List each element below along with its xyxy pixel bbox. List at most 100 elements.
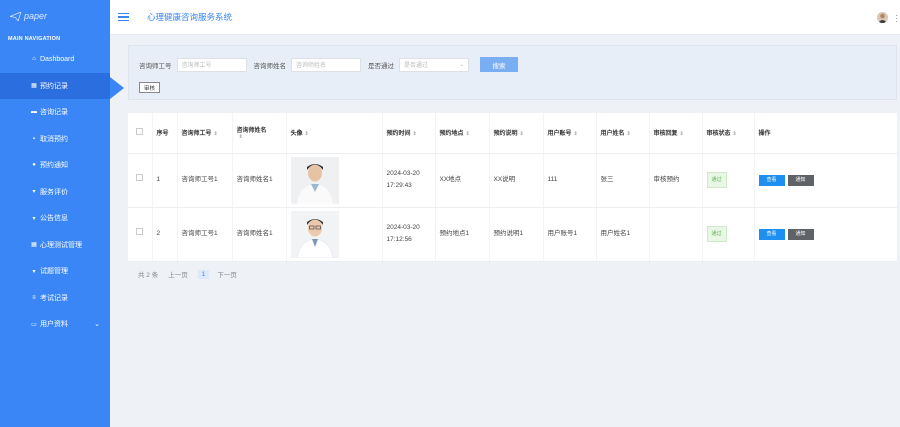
col-note[interactable]: 预约说明 ⇕ (488, 113, 543, 154)
menu-icon[interactable] (118, 12, 129, 22)
col-status[interactable]: 审核状态 ⇕ (701, 113, 754, 154)
logo[interactable]: paper (0, 0, 110, 32)
sidebar-item-consultations[interactable]: ▬ 咨询记录 (0, 99, 110, 126)
select-all-checkbox[interactable] (136, 128, 144, 136)
passed-label: 是否通过 (368, 62, 394, 70)
audit-button[interactable]: 审核 (139, 82, 161, 93)
view-button[interactable]: 查看 (758, 175, 785, 186)
consultant-name-label: 咨询师姓名 (253, 62, 287, 70)
cell-user-name: 用户姓名1 (595, 207, 649, 262)
logo-text: paper (24, 11, 48, 21)
cell-user-name: 张三 (595, 153, 649, 208)
col-avatar[interactable]: 头像 ⇕ (285, 113, 382, 154)
col-consultant-name[interactable]: 咨询师姓名 ⇕ (231, 113, 286, 154)
row-checkbox[interactable] (136, 228, 144, 235)
search-panel: 咨询师工号 咨询师工号 咨询师姓名 咨询师姓名 是否通过 是否通过 ⌄ 搜索 审核 (128, 45, 897, 100)
comment-icon: ▾ (32, 189, 36, 196)
avatar[interactable] (877, 12, 888, 23)
cell-status: 通过 (701, 207, 754, 262)
cell-consultant-name: 咨询师姓名1 (231, 153, 286, 208)
cell-place: 预约地点1 (434, 207, 489, 262)
consultant-id-label: 咨询师工号 (139, 62, 172, 70)
sidebar-item-user-profile[interactable]: ▭ 用户资料 ⌄ (0, 311, 110, 338)
sort-icon[interactable]: ⇕ (214, 131, 218, 137)
nav-header: MAIN NAVIGATION (8, 36, 61, 42)
status-badge: 通过 (706, 226, 727, 242)
view-button[interactable]: 查看 (758, 229, 785, 240)
col-user-account[interactable]: 用户账号 ⇕ (542, 113, 596, 154)
page-1-button[interactable]: 1 (197, 269, 210, 279)
notify-button[interactable]: 通知 (787, 229, 814, 240)
sort-icon[interactable]: ⇕ (239, 134, 243, 140)
cell-index: 2 (151, 207, 177, 262)
total-count: 共 2 条 (138, 272, 159, 279)
sort-icon[interactable]: ⇕ (627, 131, 631, 137)
paper-plane-icon (10, 11, 21, 21)
col-user-name[interactable]: 用户姓名 ⇕ (595, 113, 649, 154)
sidebar-item-cancel[interactable]: ▪ 取消预约 (0, 126, 110, 153)
cell-note: XX说明 (488, 153, 543, 208)
sort-icon[interactable]: ⇕ (520, 131, 524, 137)
sidebar-item-dashboard[interactable]: ⌂ Dashboard (0, 46, 110, 73)
table-header-row: 序号 咨询师工号 ⇕ 咨询师姓名 ⇕ 头像 ⇕ 预约时间 ⇕ 预约地点 ⇕ 预约说明 ⇕ 用… (128, 113, 897, 154)
chevron-down-icon: ⌄ (458, 62, 464, 68)
comment-icon: ▾ (32, 268, 36, 275)
pagination: 共 2 条 上一页 1 下一页 (138, 269, 247, 279)
sidebar-item-review[interactable]: ▾ 服务评价 (0, 179, 110, 206)
cell-user-account: 用户账号1 (542, 207, 596, 262)
search-button[interactable]: 搜索 (480, 57, 518, 72)
cell-actions: 查看 通知 (753, 207, 897, 262)
select-all-cell[interactable] (128, 113, 152, 154)
sort-icon[interactable]: ⇕ (413, 131, 417, 137)
table-row: 2 咨询师工号1 咨询师姓名1 2024-03-20 17:12:56 预约地点… (128, 207, 897, 262)
chevron-down-icon: ⌄ (94, 321, 100, 329)
col-actions: 操作 (753, 113, 897, 154)
consultant-id-input[interactable]: 咨询师工号 (176, 57, 247, 72)
cell-time: 2024-03-20 17:12:56 (381, 207, 435, 262)
cell-avatar (285, 207, 382, 262)
consultant-name-input[interactable]: 咨询师姓名 (291, 57, 361, 72)
consultant-photo (290, 156, 339, 204)
sidebar-item-test-mgmt[interactable]: ▦ 心理测试管理 (0, 232, 110, 259)
list-icon: ≡ (32, 294, 36, 301)
prev-page-button[interactable]: 上一页 (168, 269, 188, 279)
sidebar-item-questions[interactable]: ▾ 试题管理 (0, 258, 110, 285)
cell-user-account: 111 (542, 153, 596, 208)
appointments-table: 序号 咨询师工号 ⇕ 咨询师姓名 ⇕ 头像 ⇕ 预约时间 ⇕ 预约地点 ⇕ 预约说明 ⇕ 用… (128, 113, 897, 262)
row-checkbox[interactable] (136, 174, 144, 181)
next-page-button[interactable]: 下一页 (217, 269, 237, 279)
home-icon: ⌂ (32, 56, 36, 63)
sidebar-item-notice[interactable]: ● 预约通知 (0, 152, 110, 179)
col-place[interactable]: 预约地点 ⇕ (434, 113, 489, 154)
passed-select[interactable]: 是否通过 ⌄ (399, 57, 469, 72)
cell-reply: 审核预约 (648, 153, 702, 208)
col-reply[interactable]: 审核回复 ⇕ (648, 113, 702, 154)
cancel-icon: ▪ (32, 135, 36, 142)
consultant-photo (290, 210, 339, 258)
sort-icon[interactable]: ⇕ (466, 131, 470, 137)
sort-icon[interactable]: ⇕ (680, 131, 684, 137)
grid-icon: ▦ (31, 242, 37, 249)
cell-index: 1 (151, 153, 177, 208)
sort-icon[interactable]: ⇕ (574, 131, 578, 137)
cell-reply (648, 207, 702, 262)
sort-icon[interactable]: ⇕ (733, 131, 737, 137)
user-icon: ● (32, 162, 36, 169)
notify-button[interactable]: 通知 (787, 175, 814, 186)
comment-icon: ▾ (32, 215, 36, 222)
sidebar-item-appointments[interactable]: ▦ 预约记录 (0, 72, 110, 99)
cell-place: XX地点 (434, 153, 489, 208)
more-icon[interactable]: · · · (895, 12, 898, 26)
col-time[interactable]: 预约时间 ⇕ (381, 113, 435, 154)
sort-icon[interactable]: ⇕ (305, 131, 309, 137)
cell-time: 2024-03-20 17:29:43 (381, 153, 435, 208)
folder-icon: ▬ (31, 109, 37, 116)
topbar: 心理健康咨询服务系统 · · · (110, 0, 900, 35)
sidebar-item-announcements[interactable]: ▾ 公告信息 (0, 205, 110, 232)
grid-icon: ▦ (31, 83, 37, 90)
table-row: 1 咨询师工号1 咨询师姓名1 2024-03-20 17:29:43 XX地点… (128, 153, 897, 208)
cell-actions: 查看 通知 (753, 153, 897, 208)
col-consultant-id[interactable]: 咨询师工号 ⇕ (176, 113, 232, 154)
col-index: 序号 (151, 113, 177, 154)
sidebar-item-exam-records[interactable]: ≡ 考试记录 (0, 285, 110, 312)
